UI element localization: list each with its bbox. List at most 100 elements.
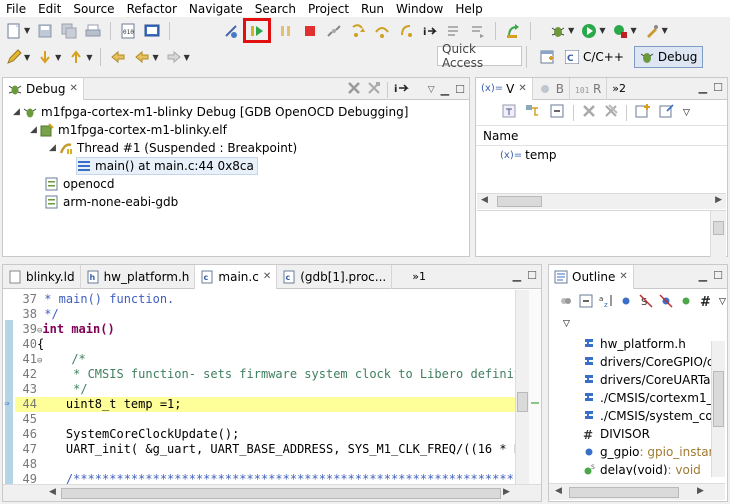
reset-icon[interactable]: [468, 21, 488, 41]
save-icon[interactable]: [35, 21, 55, 41]
outline-vertical-scrollbar[interactable]: [711, 341, 725, 477]
menu-window[interactable]: Window: [390, 2, 449, 16]
tree-item-frame[interactable]: main() at main.c:44 0x8ca: [76, 157, 258, 175]
debug-icon[interactable]: [548, 21, 568, 41]
outline-item[interactable]: drivers/CoreGPIO/c: [582, 353, 714, 371]
editor-vertical-scrollbar[interactable]: [515, 290, 529, 484]
tab-blinky-ld[interactable]: blinky.ld: [3, 264, 81, 289]
variable-detail-pane[interactable]: [477, 210, 726, 257]
menu-source[interactable]: Source: [67, 2, 120, 16]
hide-macros-icon[interactable]: #: [699, 294, 713, 311]
tree-item-thread[interactable]: ◢ Thread #1 (Suspended : Breakpoint): [49, 139, 297, 157]
back-icon[interactable]: [132, 47, 152, 67]
scrollbar-thumb[interactable]: [497, 196, 542, 207]
instruction-step-mode-icon[interactable]: i: [394, 81, 410, 98]
tools-dropdown-icon[interactable]: ▼: [662, 26, 668, 35]
next-annotation-dropdown-icon[interactable]: ▼: [55, 53, 61, 62]
scroll-left-icon[interactable]: ◀: [555, 486, 562, 496]
scroll-right-icon[interactable]: ▶: [697, 486, 704, 496]
remove-all-icon[interactable]: [604, 104, 618, 121]
close-icon[interactable]: ✕: [263, 271, 271, 282]
use-step-filters-icon[interactable]: [503, 21, 523, 41]
save-all-icon[interactable]: [59, 21, 79, 41]
terminate-icon[interactable]: [300, 21, 320, 41]
restart-icon[interactable]: [444, 21, 464, 41]
tab-variables[interactable]: (x)= V ✕: [476, 77, 533, 100]
prev-annotation-dropdown-icon[interactable]: ▼: [86, 53, 92, 62]
print-icon[interactable]: [83, 21, 103, 41]
tab-hw-platform[interactable]: h hw_platform.h: [81, 264, 196, 289]
tree-item-gdb[interactable]: arm-none-eabi-gdb: [45, 193, 178, 211]
close-icon[interactable]: ✕: [619, 271, 627, 282]
instruction-stepping-icon[interactable]: i: [420, 21, 440, 41]
scroll-left-icon[interactable]: ◀: [49, 487, 56, 497]
collapse-icon[interactable]: ◢: [49, 143, 59, 153]
scrollbar-thumb[interactable]: [517, 392, 528, 412]
perspective-debug[interactable]: Debug: [633, 46, 704, 68]
maximize-icon[interactable]: ☐: [713, 81, 723, 94]
maximize-icon[interactable]: ☐: [455, 83, 465, 96]
prev-annotation-icon[interactable]: [66, 47, 86, 67]
detail-vertical-scrollbar[interactable]: [710, 211, 726, 257]
tab-main-c[interactable]: c main.c ✕: [195, 264, 278, 289]
minimize-icon[interactable]: ▁: [699, 269, 707, 282]
skip-breakpoints-icon[interactable]: [221, 21, 241, 41]
collapse-all-icon[interactable]: [579, 294, 593, 311]
external-tools-icon[interactable]: [610, 21, 630, 41]
scrollbar-thumb[interactable]: [61, 488, 501, 499]
overview-ruler[interactable]: [529, 290, 541, 484]
menu-file[interactable]: File: [0, 2, 32, 16]
maximize-icon[interactable]: ☐: [713, 269, 723, 282]
run-dropdown-icon[interactable]: ▼: [599, 26, 605, 35]
maximize-icon[interactable]: ☐: [527, 269, 537, 282]
last-edit-location-icon[interactable]: [108, 47, 128, 67]
debug-dropdown-icon[interactable]: ▼: [568, 26, 574, 35]
step-into-icon[interactable]: [348, 21, 368, 41]
scrollbar-thumb[interactable]: [569, 487, 679, 498]
editor-horizontal-scrollbar[interactable]: ◀ ▶: [3, 484, 541, 501]
tree-item-openocd[interactable]: openocd: [45, 175, 115, 193]
outline-item[interactable]: S delay(void) : void: [582, 461, 701, 475]
hide-static-icon[interactable]: S: [639, 293, 653, 311]
quick-access-input[interactable]: Quick Access: [437, 42, 522, 70]
suspend-icon[interactable]: [276, 21, 296, 41]
view-menu-icon[interactable]: ▽: [428, 85, 435, 95]
tools-icon[interactable]: [642, 21, 662, 41]
outline-item[interactable]: hw_platform.h: [582, 335, 686, 353]
expand-icon[interactable]: ▽: [563, 319, 570, 329]
outline-item[interactable]: drivers/CoreUARTap: [582, 371, 718, 389]
tab-registers[interactable]: 101 R: [570, 77, 608, 100]
collapse-icon[interactable]: ◢: [13, 107, 23, 117]
scroll-right-icon[interactable]: ▶: [503, 487, 510, 497]
menu-navigate[interactable]: Navigate: [183, 2, 249, 16]
outline-horizontal-scrollbar[interactable]: ◀ ▶: [549, 483, 725, 500]
step-over-icon[interactable]: [372, 21, 392, 41]
remove-all-terminated-icon[interactable]: [367, 81, 381, 98]
tab-overflow[interactable]: »1: [392, 265, 431, 289]
minimize-icon[interactable]: ▁: [441, 83, 449, 96]
view-menu-icon[interactable]: ▽: [719, 297, 726, 307]
tab-debug[interactable]: Debug ✕: [3, 77, 84, 100]
tab-breakpoints[interactable]: B: [533, 77, 570, 100]
variables-horizontal-scrollbar[interactable]: ◀ ▶: [477, 193, 726, 209]
remove-selected-icon[interactable]: [582, 104, 596, 121]
scrollbar-thumb[interactable]: [713, 221, 724, 235]
run-icon[interactable]: [579, 21, 599, 41]
external-tools-dropdown-icon[interactable]: ▼: [630, 26, 636, 35]
variables-column-header[interactable]: Name: [476, 126, 727, 146]
show-type-names-icon[interactable]: [501, 103, 517, 122]
menu-help[interactable]: Help: [449, 2, 488, 16]
scroll-right-icon[interactable]: ▶: [715, 195, 722, 205]
outline-item[interactable]: g_gpio : gpio_instar: [582, 443, 713, 461]
minimize-icon[interactable]: ▁: [513, 269, 521, 282]
hide-fields-icon[interactable]: [619, 294, 633, 311]
perspective-cpp[interactable]: C C/C++: [559, 46, 630, 68]
outline-item[interactable]: ./CMSIS/system_co: [582, 407, 713, 425]
add-expression-icon[interactable]: [635, 103, 651, 122]
tab-gdb-proc[interactable]: c (gdb[1].proc...: [277, 264, 393, 289]
tree-item-launch[interactable]: ◢ m1fpga-cortex-m1-blinky Debug [GDB Ope…: [13, 103, 408, 121]
outline-item[interactable]: # DIVISOR: [582, 425, 650, 443]
resume-button[interactable]: [243, 18, 272, 43]
edit-dropdown-icon[interactable]: ▼: [24, 53, 30, 62]
forward-dropdown-icon[interactable]: ▼: [184, 53, 190, 62]
